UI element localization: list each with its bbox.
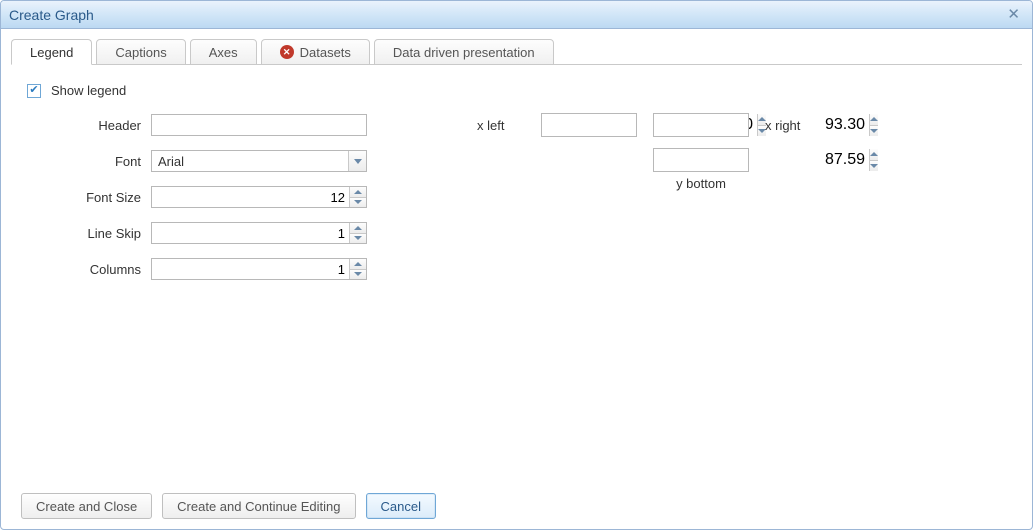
spin-up-icon[interactable] — [350, 259, 366, 269]
ybottom-label: y bottom — [589, 176, 813, 191]
spin-up-icon[interactable] — [350, 223, 366, 233]
spin-up-icon[interactable] — [350, 187, 366, 197]
error-icon — [280, 45, 294, 59]
spin-down-icon[interactable] — [350, 269, 366, 280]
tab-data-driven-presentation[interactable]: Data driven presentation — [374, 39, 554, 65]
spinner-buttons — [349, 187, 366, 207]
legend-left-column: Header Font Arial Font Size — [21, 112, 367, 292]
create-and-continue-button[interactable]: Create and Continue Editing — [162, 493, 355, 519]
tabpanel-legend: Show legend Header Font Arial — [11, 65, 1022, 487]
spinner-buttons — [869, 149, 878, 171]
columns-spinner[interactable] — [151, 258, 367, 280]
line-skip-input[interactable] — [152, 223, 349, 243]
tab-datasets[interactable]: Datasets — [261, 39, 370, 65]
xleft-spinner[interactable] — [541, 113, 637, 137]
spin-down-icon[interactable] — [870, 160, 878, 172]
dialog-footer: Create and Close Create and Continue Edi… — [11, 487, 1022, 529]
tab-legend[interactable]: Legend — [11, 39, 92, 65]
chevron-down-icon[interactable] — [348, 151, 366, 171]
columns-input[interactable] — [152, 259, 349, 279]
spin-down-icon[interactable] — [870, 125, 878, 137]
dialog-create-graph: Create Graph ✕ Legend Captions Axes Data… — [0, 0, 1033, 530]
xright-input[interactable] — [654, 114, 869, 136]
font-value: Arial — [152, 154, 348, 169]
y-position-block: y bottom — [589, 148, 813, 191]
create-and-close-button[interactable]: Create and Close — [21, 493, 152, 519]
titlebar: Create Graph ✕ — [1, 1, 1032, 29]
spin-up-icon[interactable] — [870, 149, 878, 160]
x-position-row: x left — [477, 112, 813, 138]
spinner-buttons — [349, 223, 366, 243]
tab-label: Captions — [115, 45, 166, 60]
cancel-button[interactable]: Cancel — [366, 493, 436, 519]
tab-captions[interactable]: Captions — [96, 39, 185, 65]
tab-label: Data driven presentation — [393, 45, 535, 60]
line-skip-label: Line Skip — [21, 226, 151, 241]
close-icon[interactable]: ✕ — [1003, 7, 1024, 22]
spin-down-icon[interactable] — [350, 197, 366, 208]
header-input[interactable] — [151, 114, 367, 136]
spin-down-icon[interactable] — [350, 233, 366, 244]
spinner-buttons — [869, 114, 878, 136]
ybottom-spinner[interactable] — [653, 148, 749, 172]
dialog-body: Legend Captions Axes Datasets Data drive… — [1, 29, 1032, 529]
field-header: Header — [21, 112, 367, 138]
show-legend-checkbox[interactable] — [27, 84, 41, 98]
legend-form: Header Font Arial Font Size — [21, 112, 1012, 292]
columns-label: Columns — [21, 262, 151, 277]
ybottom-input[interactable] — [654, 149, 869, 171]
field-line-skip: Line Skip — [21, 220, 367, 246]
spinner-buttons — [349, 259, 366, 279]
tab-label: Axes — [209, 45, 238, 60]
spin-up-icon[interactable] — [870, 114, 878, 125]
window-title: Create Graph — [9, 7, 94, 23]
font-size-spinner[interactable] — [151, 186, 367, 208]
xright-spinner[interactable] — [653, 113, 749, 137]
field-font-size: Font Size — [21, 184, 367, 210]
font-label: Font — [21, 154, 151, 169]
field-columns: Columns — [21, 256, 367, 282]
tab-axes[interactable]: Axes — [190, 39, 257, 65]
show-legend-label: Show legend — [51, 83, 126, 98]
xleft-label: x left — [477, 118, 525, 133]
field-font: Font Arial — [21, 148, 367, 174]
font-size-input[interactable] — [152, 187, 349, 207]
font-size-label: Font Size — [21, 190, 151, 205]
legend-right-column: x left — [477, 112, 813, 292]
tab-bar: Legend Captions Axes Datasets Data drive… — [11, 37, 1022, 65]
tab-label: Datasets — [300, 45, 351, 60]
header-label: Header — [21, 118, 151, 133]
show-legend-row: Show legend — [21, 83, 1012, 98]
xright-label: x right — [765, 118, 813, 133]
line-skip-spinner[interactable] — [151, 222, 367, 244]
font-combobox[interactable]: Arial — [151, 150, 367, 172]
tab-label: Legend — [30, 45, 73, 60]
